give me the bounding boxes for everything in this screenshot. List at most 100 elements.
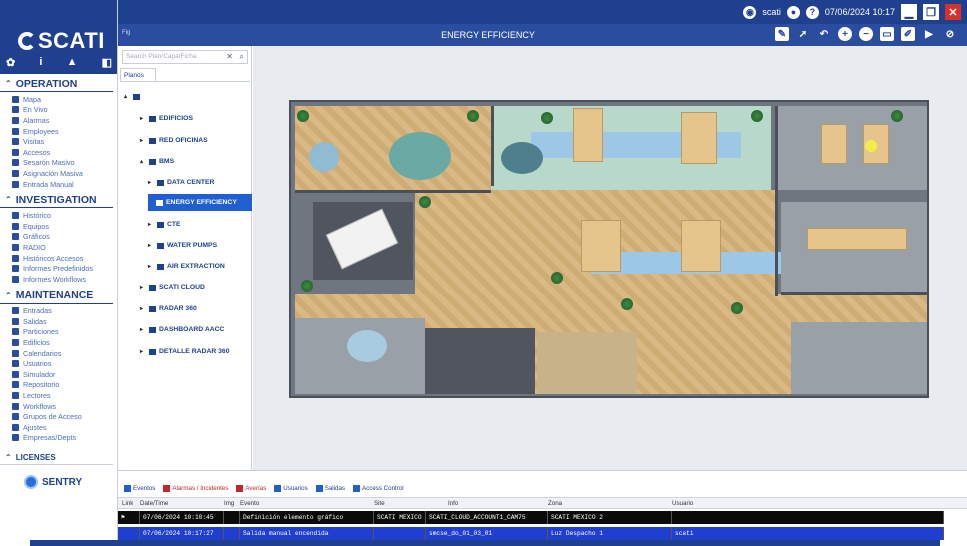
play-icon[interactable]: ▶ (922, 27, 936, 41)
tree-node-water-pumps[interactable]: ▸ WATER PUMPS (148, 237, 217, 254)
link-icon[interactable] (118, 527, 140, 540)
tree-search-input[interactable]: Search Plan/Capa/Ficha ✕ ⌕ (122, 50, 248, 64)
tree-node-radar-360[interactable]: ▸ RADAR 360 (140, 300, 197, 317)
tab-alarmas[interactable]: Alarmas / Incidentes (163, 485, 228, 492)
zoom-out-icon[interactable]: − (859, 27, 873, 41)
floor-plan[interactable] (289, 100, 929, 398)
menu-item-asignacion-masiva[interactable]: Asignación Masiva (0, 168, 117, 179)
table-row[interactable]: 07/06/2024 10:17:27 Salida manual encend… (118, 527, 944, 540)
tree-node-data-center[interactable]: ▸ DATA CENTER (148, 174, 214, 191)
col-zona[interactable]: Zona (548, 498, 562, 508)
tab-label: Usuarios (283, 485, 308, 492)
menu-item-informes-workflows[interactable]: Informes Workflows (0, 274, 117, 285)
menu-item-equipos[interactable]: Equipos (0, 221, 117, 232)
link-icon[interactable]: ⚑ (118, 511, 140, 524)
clear-icon[interactable]: ✕ (226, 51, 233, 63)
tab-salidas[interactable]: Salidas (315, 485, 345, 492)
tree-node-air-extraction[interactable]: ▸ AIR EXTRACTION (148, 258, 225, 275)
history-icon (12, 212, 19, 220)
tree-root[interactable]: ▴ (124, 88, 140, 105)
node-label: ENERGY EFFICIENCY (166, 199, 237, 206)
tab-access-control[interactable]: Access Control (353, 485, 404, 492)
menu-item-salidas[interactable]: Salidas (0, 316, 117, 327)
cell-img (224, 511, 240, 524)
info-icon[interactable]: i (39, 56, 42, 69)
col-img[interactable]: Img (224, 498, 234, 508)
tree-node-cte[interactable]: ▸ CTE (148, 216, 181, 233)
table-row[interactable]: ⚑ 07/06/2024 10:10:45 Definición element… (118, 511, 944, 524)
menu-item-informes-predefinidos[interactable]: Informes Predefinidos (0, 263, 117, 274)
settings-icon[interactable]: ✿ (6, 56, 15, 69)
tree-node-edificios[interactable]: ▸ EDIFICIOS (140, 110, 193, 127)
menu-item-employees[interactable]: Employees (0, 126, 117, 137)
search-icon[interactable]: ⌕ (240, 51, 244, 63)
map-canvas[interactable] (253, 46, 967, 470)
hide-icon[interactable]: ⊘ (943, 27, 957, 41)
menu-item-label: Entradas (23, 306, 52, 316)
power-icon[interactable]: ◧ (102, 56, 112, 69)
menu-item-accesos[interactable]: Accesos (0, 147, 117, 158)
menu-item-empresas[interactable]: Empresas/Depts (0, 433, 117, 444)
edit-map-icon[interactable]: ✎ (775, 27, 789, 41)
investigation-header[interactable]: ⌃ INVESTIGATION (0, 192, 113, 209)
col-info[interactable]: Info (448, 498, 458, 508)
pencil-icon[interactable]: ✐ (901, 27, 915, 41)
menu-item-ajustes[interactable]: Ajustes (0, 422, 117, 433)
tree-node-scati-cloud[interactable]: ▸ SCATI CLOUD (140, 279, 205, 296)
access-icon (353, 485, 361, 492)
tab-label: Access Control (362, 485, 404, 492)
operation-header[interactable]: ⌃ OPERATION (0, 76, 113, 92)
menu-item-simulador[interactable]: Simulador (0, 369, 117, 380)
tab-eventos[interactable]: Eventos (124, 485, 155, 492)
close-button[interactable]: ✕ (945, 4, 961, 20)
help-icon[interactable]: ? (805, 5, 819, 19)
menu-item-radio[interactable]: RADIO (0, 242, 117, 253)
menu-item-alarmas[interactable]: Alarmas (0, 115, 117, 126)
col-usuario[interactable]: Usuario (672, 498, 693, 508)
menu-item-historicos-accesos[interactable]: Históricos Accesos (0, 253, 117, 264)
tree-node-red-oficinas[interactable]: ▸ RED OFICINAS (140, 132, 208, 149)
menu-item-sesaron-masivo[interactable]: Sesarón Masivo (0, 158, 117, 169)
quick-icons: ✿ i ▲ ◧ (6, 56, 112, 69)
col-site[interactable]: Site (374, 498, 385, 508)
menu-item-calendarios[interactable]: Calendarios (0, 348, 117, 359)
menu-item-repositorio[interactable]: Repositorio (0, 380, 117, 391)
menu-item-entrada-manual[interactable]: Entrada Manual (0, 179, 117, 190)
menu-item-particiones[interactable]: Particiones (0, 327, 117, 338)
menu-item-graficos[interactable]: Gráficos (0, 232, 117, 243)
user-icon[interactable]: ● (786, 5, 800, 19)
pointer-icon[interactable]: ➚ (796, 27, 810, 41)
tree-node-dashboard-aacc[interactable]: ▸ DASHBOARD AACC (140, 321, 224, 338)
menu-item-historico[interactable]: Histórico (0, 210, 117, 221)
licenses-header[interactable]: ⌃ LICENSES (0, 451, 113, 466)
tree-node-energy-efficiency[interactable]: ENERGY EFFICIENCY (148, 194, 252, 211)
globe-icon[interactable]: ◉ (743, 5, 757, 19)
tab-usuarios[interactable]: Usuarios (274, 485, 308, 492)
menu-item-mapa[interactable]: Mapa (0, 94, 117, 105)
maintenance-header[interactable]: ⌃ MAINTENANCE (0, 288, 113, 304)
menu-item-workflows[interactable]: Workflows (0, 401, 117, 412)
col-link[interactable]: Link (122, 498, 133, 508)
tab-planos[interactable]: Planos (120, 68, 156, 82)
col-evento[interactable]: Evento (240, 498, 259, 508)
menu-item-lectores[interactable]: Lectores (0, 390, 117, 401)
tree-node-bms[interactable]: ▴ BMS (140, 153, 174, 170)
scati-logo: SCATI (18, 28, 105, 54)
menu-item-edificios[interactable]: Edificios (0, 337, 117, 348)
tree-node-detalle-radar-360[interactable]: ▸ DETALLE RADAR 360 (140, 343, 230, 360)
menu-item-usuarios[interactable]: Usuarios (0, 358, 117, 369)
col-datetime[interactable]: Date/Time (140, 498, 168, 508)
tab-averias[interactable]: Averías (236, 485, 266, 492)
menu-item-entradas[interactable]: Entradas (0, 306, 117, 317)
zoom-in-icon[interactable]: + (838, 27, 852, 41)
undo-icon[interactable]: ↶ (817, 27, 831, 41)
menu-item-visitas[interactable]: Visitas (0, 136, 117, 147)
lock-icon[interactable]: ▲ (67, 56, 78, 69)
light-on-icon[interactable] (865, 140, 877, 152)
sentry-license[interactable]: SENTRY (24, 475, 117, 490)
restore-button[interactable]: ❐ (923, 4, 939, 20)
minimize-button[interactable]: ▁ (901, 4, 917, 20)
menu-item-grupos-acceso[interactable]: Grupos de Acceso (0, 411, 117, 422)
fit-icon[interactable]: ▭ (880, 27, 894, 41)
menu-item-en-vivo[interactable]: En Vivo (0, 105, 117, 116)
